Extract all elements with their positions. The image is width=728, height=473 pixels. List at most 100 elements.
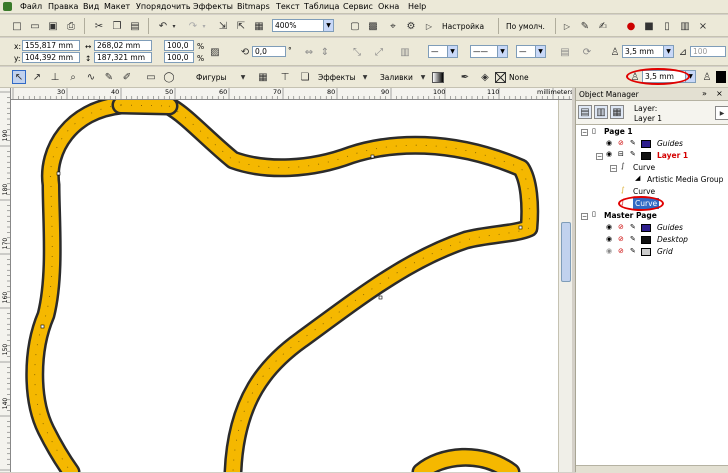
redo-dropdown-icon[interactable]: ▾	[200, 19, 208, 33]
menu-text[interactable]: Текст	[276, 2, 300, 11]
zoom-tool-icon[interactable]: ⌕	[66, 70, 80, 84]
open-icon[interactable]: ▭	[28, 19, 42, 33]
vertical-scrollbar[interactable]	[558, 100, 572, 472]
fills-dropdown-icon[interactable]: ▼	[416, 70, 430, 84]
freehand-tool-icon[interactable]: ∿	[84, 70, 98, 84]
outline-color-icon[interactable]: ⊿	[676, 45, 690, 59]
height-field[interactable]: 187,321 mm	[94, 52, 152, 63]
connector-tool-icon[interactable]: ❏	[298, 70, 312, 84]
panel-collapse-icon[interactable]: »	[702, 89, 707, 98]
y-position-field[interactable]: 104,392 mm	[22, 52, 80, 63]
x-position-field[interactable]: 155,817 mm	[22, 40, 80, 51]
rectangle-tool-icon[interactable]: ▭	[144, 70, 158, 84]
expand-layer1-icon[interactable]: −	[596, 153, 603, 160]
app-launcher-icon[interactable]: ▦	[252, 19, 266, 33]
record-icon[interactable]: ●	[624, 19, 638, 33]
print-toggle-icon[interactable]: ⊘	[618, 235, 624, 244]
shape-tool-icon[interactable]: ↗	[30, 70, 44, 84]
node-marker[interactable]	[378, 295, 383, 300]
angle-field[interactable]: 0,0	[252, 46, 286, 57]
menu-window[interactable]: Окна	[378, 2, 399, 11]
menu-layout[interactable]: Макет	[104, 2, 130, 11]
effects-dropdown-icon[interactable]: ▼	[358, 70, 372, 84]
table-tool-icon[interactable]: ▦	[256, 70, 270, 84]
no-fill-icon[interactable]	[495, 72, 506, 83]
eye-icon[interactable]: ◉	[606, 247, 612, 256]
menu-view[interactable]: Вид	[83, 2, 99, 11]
align-icon[interactable]: ▥	[398, 45, 412, 59]
node-marker[interactable]	[40, 324, 45, 329]
ellipse-tool-icon[interactable]: ◯	[162, 70, 176, 84]
import-icon[interactable]: ⇲	[216, 19, 230, 33]
crop-tool-icon[interactable]: ⊥	[48, 70, 62, 84]
effects-menu[interactable]: Эффекты	[318, 73, 356, 82]
line-style-combo[interactable]: —— ▼	[470, 45, 508, 58]
print-toggle-icon[interactable]: ⊘	[618, 223, 624, 232]
export-icon[interactable]: ⇱	[234, 19, 248, 33]
tree-master-page[interactable]: Master Page	[604, 210, 657, 221]
paint-bucket-icon[interactable]: ◈	[478, 70, 492, 84]
mirror-h-icon[interactable]: ⇔	[302, 45, 316, 59]
cut-icon[interactable]: ✂	[92, 19, 106, 33]
outline-pen-icon[interactable]: ♙	[608, 45, 622, 59]
layer-manager-icon[interactable]: ▦	[610, 105, 624, 119]
menu-table[interactable]: Таблица	[304, 2, 339, 11]
app-icon[interactable]	[3, 2, 12, 11]
smart-fill-icon[interactable]: ✎	[102, 70, 116, 84]
menu-file[interactable]: Файл	[20, 2, 42, 11]
save-icon[interactable]: ▣	[46, 19, 60, 33]
eye-icon[interactable]: ◉	[606, 223, 612, 232]
node-tool-icon[interactable]: ⤡	[350, 45, 364, 59]
print-toggle-icon[interactable]: ⊘	[618, 247, 624, 256]
edit-across-layers-icon[interactable]: ▥	[594, 105, 608, 119]
artistic-media-icon[interactable]: ✐	[120, 70, 134, 84]
expand-curve-icon[interactable]: −	[610, 165, 617, 172]
fill-preview-swatch[interactable]	[432, 72, 444, 83]
lock-icon[interactable]: ✎	[630, 139, 636, 148]
lock-ratio-icon[interactable]: ▨	[208, 45, 222, 59]
eye-icon[interactable]: ◉	[606, 235, 612, 244]
eye-icon[interactable]: ◉	[606, 139, 612, 148]
lock-icon[interactable]: ✎	[630, 223, 636, 232]
outline-width-combo[interactable]: 3,5 mm ▼	[622, 45, 674, 58]
line-start-combo[interactable]: — ▼	[428, 45, 458, 58]
dimension-tool-icon[interactable]: ⊤	[278, 70, 292, 84]
node-marker[interactable]	[56, 171, 61, 176]
snap-icon[interactable]: ⌖	[386, 19, 400, 33]
color-docker-icon[interactable]: ▥	[678, 19, 692, 33]
print-toggle-icon[interactable]: ⊘	[618, 139, 624, 148]
rotate-icon[interactable]: ⟲	[238, 45, 252, 59]
mirror-v-icon[interactable]: ⇕	[318, 45, 332, 59]
shapes-menu[interactable]: Фигуры	[196, 73, 226, 82]
menu-bitmaps[interactable]: Bitmaps	[237, 2, 270, 11]
tree-layer-1[interactable]: Layer 1	[657, 150, 688, 161]
scale-y-field[interactable]: 100,0	[164, 52, 194, 63]
zoom-combo[interactable]: 400% ▼	[272, 19, 334, 32]
paste-icon[interactable]: ▤	[128, 19, 142, 33]
lock-icon[interactable]: ✎	[630, 150, 636, 159]
fullscreen-icon[interactable]: ▢	[348, 19, 362, 33]
drawing-svg[interactable]	[11, 100, 558, 472]
stop-icon[interactable]: ■	[642, 19, 656, 33]
tree-guides[interactable]: Guides	[657, 138, 683, 149]
undo-dropdown-icon[interactable]: ▾	[170, 19, 178, 33]
tree-curve-group[interactable]: Curve	[633, 162, 655, 173]
node-marker[interactable]	[518, 225, 523, 230]
fills-menu[interactable]: Заливки	[380, 73, 413, 82]
width-field[interactable]: 268,02 mm	[94, 40, 152, 51]
scroll-thumb[interactable]	[561, 222, 571, 282]
close-icon[interactable]: ×	[696, 19, 710, 33]
outline-pen-small-icon[interactable]: ♙	[700, 70, 714, 84]
menu-tools[interactable]: Сервис	[343, 2, 373, 11]
print-toggle-icon[interactable]: ⊟	[618, 150, 624, 159]
convert-curve-icon[interactable]: ⟳	[580, 45, 594, 59]
panel-close-icon[interactable]: ×	[716, 89, 723, 98]
color-swatch[interactable]	[716, 71, 726, 83]
pick-tool-icon[interactable]: ↖	[12, 70, 26, 84]
pause-icon[interactable]: ▯	[660, 19, 674, 33]
lock-icon[interactable]: ✎	[630, 247, 636, 256]
redo-icon[interactable]: ↷	[186, 19, 200, 33]
options-icon[interactable]: ⚙	[404, 19, 418, 33]
wrap-text-icon[interactable]: ▤	[558, 45, 572, 59]
menu-edit[interactable]: Правка	[48, 2, 78, 11]
